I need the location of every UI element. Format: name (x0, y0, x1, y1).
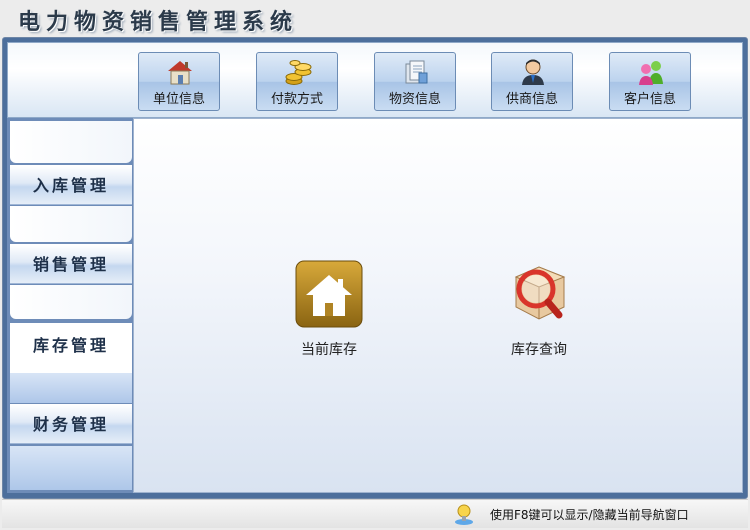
nav-panel-inventory (10, 373, 132, 403)
status-hint: 使用F8键可以显示/隐藏当前导航窗口 (490, 508, 689, 522)
unit-info-label: 单位信息 (152, 92, 205, 107)
toolbar: 单位信息 付款方式 物资信息 供商信息 客户信息 (7, 42, 743, 118)
app-title: 电力物资销售管理系统 (18, 9, 299, 35)
home-icon (295, 260, 363, 328)
current-stock-item[interactable]: 当前库存 (274, 259, 384, 359)
content-panel: 当前库存 库存查询 (133, 118, 743, 493)
lightbulb-icon (455, 504, 473, 525)
nav-panel-inbound (10, 206, 132, 242)
stock-query-label: 库存查询 (511, 342, 567, 358)
nav-panel-finance (10, 446, 132, 490)
magnifier-box-icon (514, 266, 566, 320)
material-info-label: 物资信息 (388, 92, 441, 107)
coins-icon (285, 60, 312, 85)
nav-item-sales[interactable]: 销售管理 (10, 244, 132, 284)
current-stock-label: 当前库存 (301, 342, 357, 358)
side-nav: 入库管理 销售管理 库存管理 财务管理 (7, 118, 133, 493)
stock-query-item[interactable]: 库存查询 (484, 259, 594, 359)
customer-info-button[interactable]: 客户信息 (609, 52, 691, 111)
person-icon (522, 59, 544, 85)
payment-method-button[interactable]: 付款方式 (256, 52, 338, 111)
nav-item-inbound[interactable]: 入库管理 (10, 165, 132, 205)
house-icon (168, 61, 192, 85)
unit-info-button[interactable]: 单位信息 (138, 52, 220, 111)
nav-panel-sales (10, 285, 132, 319)
supplier-info-label: 供商信息 (505, 92, 558, 107)
supplier-info-button[interactable]: 供商信息 (491, 52, 573, 111)
payment-method-label: 付款方式 (270, 92, 323, 107)
documents-icon (405, 60, 428, 84)
customers-icon (639, 61, 663, 85)
nav-top-panel (10, 121, 132, 163)
status-bar: 使用F8键可以显示/隐藏当前导航窗口 (2, 499, 748, 528)
nav-item-finance[interactable]: 财务管理 (10, 404, 132, 444)
material-info-button[interactable]: 物资信息 (374, 52, 456, 111)
customer-info-label: 客户信息 (623, 92, 676, 107)
nav-item-inventory[interactable]: 库存管理 (10, 323, 132, 373)
